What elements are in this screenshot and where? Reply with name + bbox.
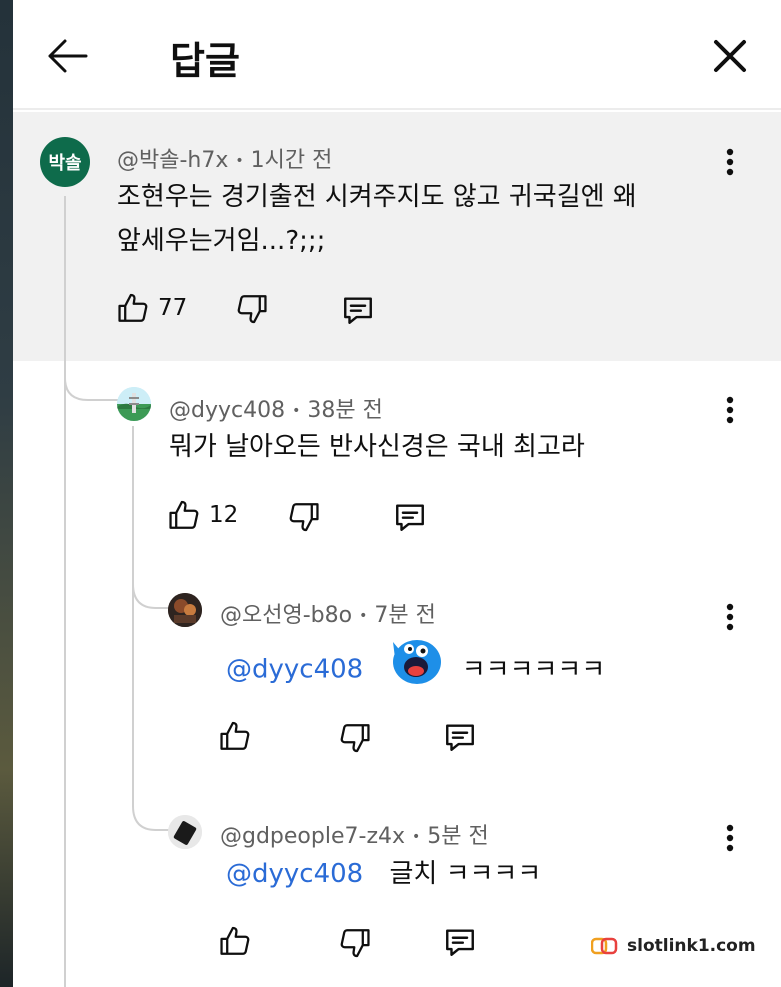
- more-options-button[interactable]: [715, 390, 745, 430]
- avatar-photo-icon: [168, 593, 202, 627]
- reply-button[interactable]: [392, 500, 428, 534]
- comment-text: 조현우는 경기출전 시켜주지도 않고 귀국길엔 왜 앞세우는거임...?;;;: [117, 175, 637, 263]
- avatar-landscape-icon: [117, 387, 151, 421]
- back-arrow-icon: [48, 39, 88, 73]
- more-options-button[interactable]: [715, 142, 745, 182]
- more-vert-icon: [726, 824, 734, 852]
- comment-line: 조현우는 경기출전 시켜주지도 않고 귀국길엔 왜: [117, 182, 637, 212]
- more-vert-icon: [726, 396, 734, 424]
- thumbs-down-icon: [340, 724, 370, 753]
- close-icon: [714, 40, 746, 72]
- watermark-logo-icon: [591, 937, 618, 955]
- dislike-button[interactable]: [287, 500, 321, 534]
- comment-meta: @dyyc408 • 38분 전: [169, 392, 383, 424]
- meta-separator: •: [235, 153, 244, 169]
- avatar-device-icon: [168, 815, 202, 849]
- header: 답글: [13, 0, 781, 110]
- like-button[interactable]: 12: [167, 498, 238, 532]
- comment-time: 38분 전: [307, 398, 383, 423]
- like-count: 12: [209, 502, 239, 528]
- page-title: 답글: [170, 39, 240, 83]
- comment-icon: [446, 929, 474, 956]
- more-options-button[interactable]: [715, 597, 745, 637]
- meta-separator: •: [412, 829, 421, 845]
- author-name[interactable]: @dyyc408: [169, 398, 285, 423]
- close-button[interactable]: [706, 32, 754, 80]
- like-button[interactable]: [218, 924, 252, 958]
- avatar[interactable]: [168, 815, 202, 849]
- author-name[interactable]: @오선영-b8o: [220, 603, 352, 628]
- thumbs-up-icon: [169, 500, 199, 529]
- author-name[interactable]: @박솔-h7x: [117, 148, 228, 173]
- comment-text: 뭐가 날아오든 반사신경은 국내 최고라: [169, 425, 585, 469]
- shocked-face-emoji-icon: [389, 634, 443, 706]
- thread-line: [64, 196, 66, 987]
- like-count: 77: [158, 295, 188, 321]
- thumbs-down-icon: [340, 929, 370, 958]
- comment-line: 뭐가 날아오든 반사신경은 국내 최고라: [169, 432, 585, 462]
- meta-separator: •: [359, 608, 368, 624]
- dislike-button[interactable]: [338, 926, 372, 960]
- comment-meta: @gdpeople7-z4x • 5분 전: [220, 818, 489, 850]
- thread-line-2: [132, 426, 134, 806]
- reply-button[interactable]: [442, 925, 478, 959]
- avatar[interactable]: 박솔: [40, 137, 90, 187]
- background-strip: [0, 0, 13, 987]
- comment-icon: [396, 504, 424, 531]
- thumbs-up-icon: [220, 926, 250, 955]
- avatar-label: 박솔: [48, 153, 82, 174]
- dislike-button[interactable]: [235, 292, 269, 326]
- thumbs-down-icon: [289, 503, 319, 532]
- comment-text: @dyyc408 ㅋㅋㅋㅋㅋㅋ: [226, 634, 605, 706]
- like-button[interactable]: [218, 719, 252, 753]
- comment-time: 1시간 전: [250, 148, 333, 173]
- more-vert-icon: [726, 603, 734, 631]
- comment-icon: [344, 297, 372, 324]
- comment-time: 7분 전: [374, 603, 436, 628]
- thread-branch: [64, 360, 122, 401]
- comment-meta: @오선영-b8o • 7분 전: [220, 597, 436, 629]
- avatar[interactable]: [168, 593, 202, 627]
- reply-button[interactable]: [442, 720, 478, 754]
- mention-link[interactable]: @dyyc408: [226, 655, 363, 685]
- back-button[interactable]: [43, 32, 91, 80]
- watermark: slotlink1.com: [591, 934, 756, 958]
- comment-time: 5분 전: [427, 824, 489, 849]
- avatar[interactable]: [117, 387, 151, 421]
- comment-meta: @박솔-h7x • 1시간 전: [117, 142, 332, 174]
- thumbs-up-icon: [118, 293, 148, 322]
- comment-line: ㅋㅋㅋㅋㅋㅋ: [461, 654, 606, 685]
- mention-link[interactable]: @dyyc408: [226, 859, 363, 889]
- watermark-text: slotlink1.com: [627, 936, 756, 956]
- like-button[interactable]: 77: [116, 291, 187, 325]
- more-options-button[interactable]: [715, 818, 745, 858]
- comment-text: @dyyc408 글치 ㅋㅋㅋㅋ: [226, 852, 541, 896]
- comment-line: 글치 ㅋㅋㅋㅋ: [389, 859, 542, 889]
- reply-button[interactable]: [340, 293, 376, 327]
- thumbs-up-icon: [220, 721, 250, 750]
- author-name[interactable]: @gdpeople7-z4x: [220, 824, 405, 849]
- comment-icon: [446, 724, 474, 751]
- comment-line: 앞세우는거임...?;;;: [117, 226, 326, 256]
- meta-separator: •: [292, 403, 301, 419]
- dislike-button[interactable]: [338, 721, 372, 755]
- more-vert-icon: [726, 148, 734, 176]
- thumbs-down-icon: [237, 295, 267, 324]
- replies-panel: 답글 박솔 @박솔-h7x • 1시간 전 조현우는 경기출전 시켜주지도 않고…: [13, 0, 781, 987]
